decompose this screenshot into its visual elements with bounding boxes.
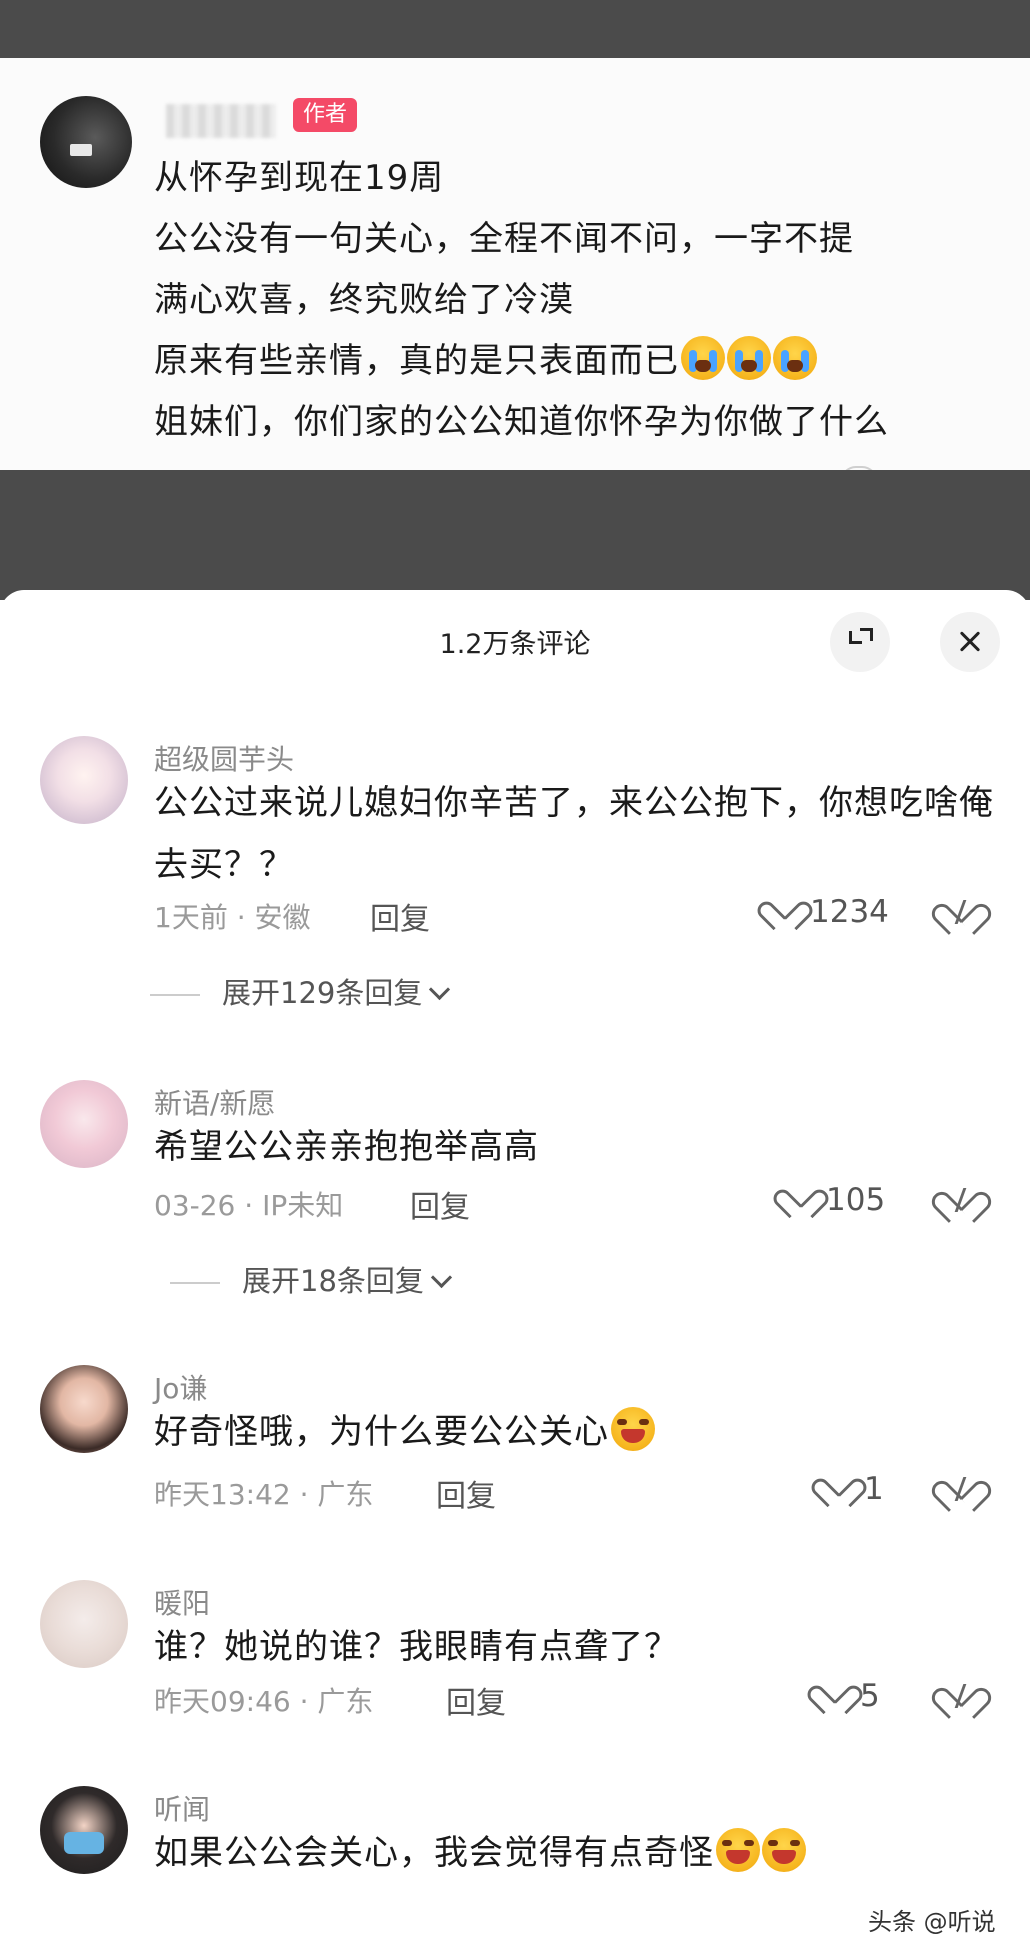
comment-meta: 03-26 · IP未知	[154, 1184, 343, 1224]
comment-location: 广东	[317, 1478, 374, 1511]
reply-button[interactable]: 回复	[446, 1678, 506, 1722]
meta-separator: ·	[236, 901, 246, 934]
comments-sheet: 1.2万条评论 超级圆芋头 公公过来说儿媳妇你辛苦了，来公公抱下，你想吃啥俺去买…	[0, 590, 1030, 1936]
avatar[interactable]	[40, 1365, 128, 1453]
chevron-down-icon	[429, 978, 451, 1001]
avatar[interactable]	[40, 1786, 128, 1874]
post-text-line: 公公没有一句关心，全程不闻不问，一字不提	[154, 219, 854, 259]
comment-time: 昨天09:46	[154, 1685, 291, 1718]
avatar[interactable]	[40, 736, 128, 824]
post-text-line: 从怀孕到现在19周	[154, 158, 445, 198]
dislike-icon[interactable]	[942, 1680, 982, 1716]
author-badge: 作者	[293, 98, 358, 132]
post-card: ... 作者 从怀孕到现在19周 公公没有一句关心，全程不闻不问，一字不提 满心…	[0, 58, 1030, 502]
expand-replies-label: 展开18条回复	[242, 1264, 424, 1298]
like-button[interactable]: 5	[818, 1678, 880, 1714]
expand-replies-button[interactable]: 展开129条回复	[150, 970, 451, 1012]
watermark: 头条 @听说	[868, 1908, 996, 1936]
heart-icon	[822, 1473, 856, 1503]
post-text-line: 满心欢喜，终究败给了冷漠	[154, 280, 574, 320]
dislike-icon[interactable]	[942, 896, 982, 932]
comment-text-with-emoji: 如果公公会关心，我会觉得有点奇怪	[154, 1822, 994, 1884]
comment-meta: 昨天09:46 · 广东	[154, 1680, 373, 1720]
comment-meta: 1天前 · 安徽	[154, 896, 311, 936]
comment-text: 好奇怪哦，为什么要公公关心	[154, 1412, 609, 1452]
laugh-cry-emoji-icon	[611, 1407, 655, 1451]
heart-icon	[768, 896, 802, 926]
comment-text: 希望公公亲亲抱抱举高高	[154, 1127, 539, 1167]
meta-separator: ·	[244, 1189, 254, 1222]
like-count: 5	[860, 1678, 880, 1714]
reply-button[interactable]: 回复	[410, 1182, 470, 1226]
cry-emoji-icon	[727, 336, 771, 380]
avatar[interactable]	[40, 1080, 128, 1168]
like-button[interactable]: 1234	[768, 894, 889, 930]
post-text-line: 姐妹们，你们家的公公知道你怀孕为你做了什么	[154, 402, 889, 442]
dislike-icon[interactable]	[942, 1473, 982, 1509]
comment-location: 广东	[317, 1685, 374, 1718]
dislike-icon[interactable]	[942, 1184, 982, 1220]
avatar[interactable]	[40, 1580, 128, 1668]
like-button[interactable]: 105	[784, 1182, 885, 1218]
overlay-dim[interactable]	[0, 470, 1030, 600]
comment-time: 1天前	[154, 901, 228, 934]
post-avatar[interactable]	[40, 96, 132, 188]
meta-separator: ·	[299, 1685, 309, 1718]
comment-time: 昨天13:42	[154, 1478, 291, 1511]
comment-text: 如果公公会关心，我会觉得有点奇怪	[154, 1833, 714, 1873]
comment-location: 安徽	[254, 901, 311, 934]
comment-text: 公公过来说儿媳妇你辛苦了，来公公抱下，你想吃啥俺去买？？	[154, 783, 994, 885]
cry-emoji-icon	[681, 336, 725, 380]
status-bar-dim	[0, 0, 1030, 58]
like-button[interactable]: 1	[822, 1471, 884, 1507]
laugh-cry-emoji-icon	[716, 1828, 760, 1872]
laugh-cry-emoji-icon	[762, 1828, 806, 1872]
like-count: 1234	[810, 894, 889, 930]
comment-time: 03-26	[154, 1189, 236, 1222]
chevron-down-icon	[430, 1266, 453, 1289]
like-count: 1	[864, 1471, 884, 1507]
post-text-line: 原来有些亲情，真的是只表面而已	[154, 341, 679, 381]
comment-text: 谁？她说的谁？我眼睛有点聋了？	[154, 1627, 679, 1667]
comment-meta: 昨天13:42 · 广东	[154, 1473, 373, 1513]
comment-text-with-emoji: 好奇怪哦，为什么要公公关心	[154, 1401, 994, 1463]
post-text-line-with-emoji: 原来有些亲情，真的是只表面而已	[154, 333, 817, 382]
comment-location: IP未知	[262, 1189, 344, 1222]
meta-separator: ·	[299, 1478, 309, 1511]
heart-icon	[818, 1680, 852, 1710]
expand-replies-button[interactable]: 展开18条回复	[170, 1258, 453, 1300]
heart-icon	[784, 1184, 818, 1214]
like-count: 105	[826, 1182, 886, 1218]
expand-icon[interactable]	[830, 612, 890, 672]
reply-button[interactable]: 回复	[436, 1471, 496, 1515]
expand-replies-label: 展开129条回复	[222, 976, 423, 1010]
post-username[interactable]: ...	[166, 104, 276, 138]
close-icon[interactable]	[940, 612, 1000, 672]
cry-emoji-icon	[773, 336, 817, 380]
reply-button[interactable]: 回复	[370, 894, 430, 938]
